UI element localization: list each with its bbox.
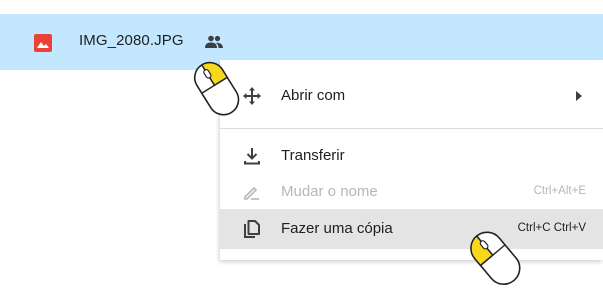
download-icon [244, 148, 260, 165]
image-file-icon [34, 34, 52, 52]
file-name[interactable]: IMG_2080.JPG [79, 32, 184, 49]
mouse-click-icon [193, 61, 240, 116]
menu-item-shortcut: Ctrl+Alt+E [533, 185, 586, 197]
menu-divider [220, 128, 603, 129]
rename-pencil-icon [244, 186, 259, 200]
copy-icon [244, 220, 260, 238]
menu-item-download[interactable]: Transferir [220, 136, 603, 176]
context-menu: Abrir com Transferir Mudar o nome Ctrl+A… [220, 60, 603, 260]
chevron-right-icon [576, 91, 582, 101]
menu-item-label: Mudar o nome [281, 183, 378, 200]
menu-item-open-with[interactable]: Abrir com [220, 76, 603, 116]
menu-item-label: Fazer uma cópia [281, 220, 393, 237]
mouse-click-icon [470, 231, 521, 285]
menu-item-label: Abrir com [281, 87, 346, 104]
menu-item-make-copy[interactable]: Fazer uma cópia Ctrl+C Ctrl+V [220, 209, 603, 249]
menu-item-rename: Mudar o nome Ctrl+Alt+E [220, 172, 603, 212]
people-icon [205, 35, 223, 48]
menu-item-label: Transferir [281, 147, 345, 164]
